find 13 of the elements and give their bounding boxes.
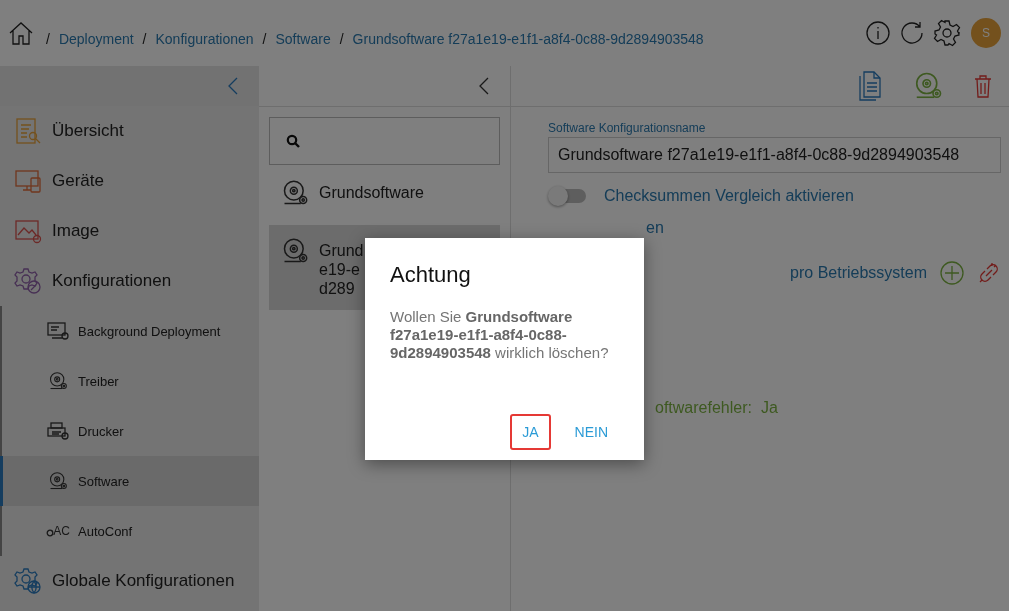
- dialog-title: Achtung: [390, 262, 472, 288]
- breadcrumb-separator: /: [142, 31, 147, 47]
- gear-letters-icon: AC: [46, 525, 70, 537]
- section-label: oftwarefehler:: [655, 398, 752, 417]
- breadcrumb-separator: /: [46, 31, 50, 47]
- field-label: Software Konfigurationsname: [548, 121, 707, 135]
- value-text: Ja: [760, 398, 778, 417]
- section-label: pro Betriebssystem: [790, 263, 927, 282]
- breadcrumb-separator: /: [339, 31, 344, 47]
- toggle-label: Checksummen Vergleich aktivieren: [604, 187, 854, 205]
- breadcrumb-separator: /: [262, 31, 267, 47]
- section-label: en: [646, 218, 664, 237]
- dialog-message: Wollen Sie Grundsoftware f27a1e19-e1f1-a8f4-0c88-9d2894903548 wirklich löschen?: [390, 308, 610, 362]
